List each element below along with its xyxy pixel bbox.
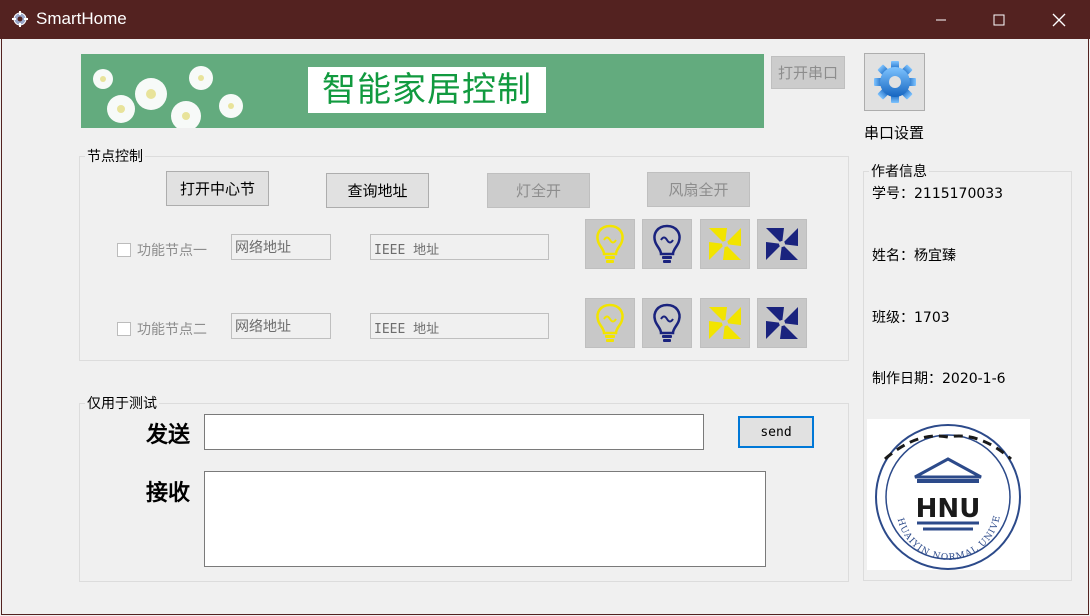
bulb-off-icon: [653, 303, 681, 342]
node-1-light-on-button[interactable]: [585, 219, 635, 269]
node-1-ieee-address-field[interactable]: IEEE 地址: [370, 234, 549, 260]
title-bar: SmartHome: [0, 0, 1090, 39]
node-1-label: 功能节点一: [137, 243, 207, 259]
bulb-on-icon: [596, 224, 624, 263]
node-control-title: 节点控制: [85, 146, 145, 166]
creation-date: 制作日期：2020-1-6: [872, 371, 1006, 387]
node-2-light-off-button[interactable]: [642, 298, 692, 348]
student-id: 学号：2115170033: [872, 186, 1004, 202]
lights-all-on-button[interactable]: 灯全开: [487, 173, 590, 208]
open-serial-button[interactable]: 打开串口: [771, 56, 845, 89]
node-2-fan-on-button[interactable]: [700, 298, 750, 348]
node-2-light-on-button[interactable]: [585, 298, 635, 348]
gear-icon: [873, 61, 916, 103]
node-2-checkbox[interactable]: 功能节点二: [117, 319, 207, 339]
fan-on-icon: [709, 228, 741, 260]
bulb-on-icon: [596, 303, 624, 342]
receive-textarea[interactable]: [204, 471, 766, 567]
node-1-network-address-field[interactable]: 网络地址: [231, 234, 331, 260]
node-1-light-off-button[interactable]: [642, 219, 692, 269]
minimize-button[interactable]: [918, 0, 964, 39]
logo-ring-text: HUAIYIN NORMAL UNIVERSITY: [867, 419, 1003, 563]
query-address-button[interactable]: 查询地址: [326, 173, 429, 208]
university-logo: HNU HUAIYIN NORMAL UNIVERSITY: [863, 412, 1030, 570]
university-seal-icon: HNU HUAIYIN NORMAL UNIVERSITY: [863, 412, 1021, 570]
receive-label: 接收: [146, 480, 191, 506]
author-name: 姓名：杨宜臻: [872, 248, 956, 264]
banner-title: 智能家居控制: [308, 67, 546, 113]
maximize-button[interactable]: [976, 0, 1022, 39]
node-1-fan-off-button[interactable]: [757, 219, 807, 269]
bulb-off-icon: [653, 224, 681, 263]
send-input[interactable]: [204, 414, 704, 450]
close-button[interactable]: [1036, 0, 1082, 39]
class-number: 班级：1703: [872, 310, 950, 326]
serial-settings-label: 串口设置: [864, 124, 925, 142]
fan-on-icon: [709, 307, 741, 339]
fans-all-on-button[interactable]: 风扇全开: [647, 172, 750, 207]
open-center-node-button[interactable]: 打开中心节: [166, 171, 269, 206]
node-2-label: 功能节点二: [137, 322, 207, 338]
app-icon: [12, 11, 28, 27]
author-info-title: 作者信息: [869, 161, 929, 181]
node-1-checkbox[interactable]: 功能节点一: [117, 240, 207, 260]
send-button[interactable]: send: [738, 416, 814, 448]
node-2-ieee-address-field[interactable]: IEEE 地址: [370, 313, 549, 339]
close-icon: [1052, 13, 1066, 26]
node-1-fan-on-button[interactable]: [700, 219, 750, 269]
maximize-icon: [993, 14, 1005, 25]
fan-off-icon: [766, 228, 798, 260]
fan-off-icon: [766, 307, 798, 339]
minimize-icon: [936, 19, 946, 20]
serial-settings-button[interactable]: [864, 53, 925, 111]
window-title: SmartHome: [36, 9, 127, 28]
checkbox-box[interactable]: [117, 322, 131, 336]
send-label: 发送: [146, 422, 191, 448]
node-2-network-address-field[interactable]: 网络地址: [231, 313, 331, 339]
node-2-fan-off-button[interactable]: [757, 298, 807, 348]
logo-hnu-text: HNU: [916, 494, 981, 524]
test-group-title: 仅用于测试: [85, 393, 159, 413]
checkbox-box[interactable]: [117, 243, 131, 257]
flowers-decoration: [93, 66, 243, 128]
